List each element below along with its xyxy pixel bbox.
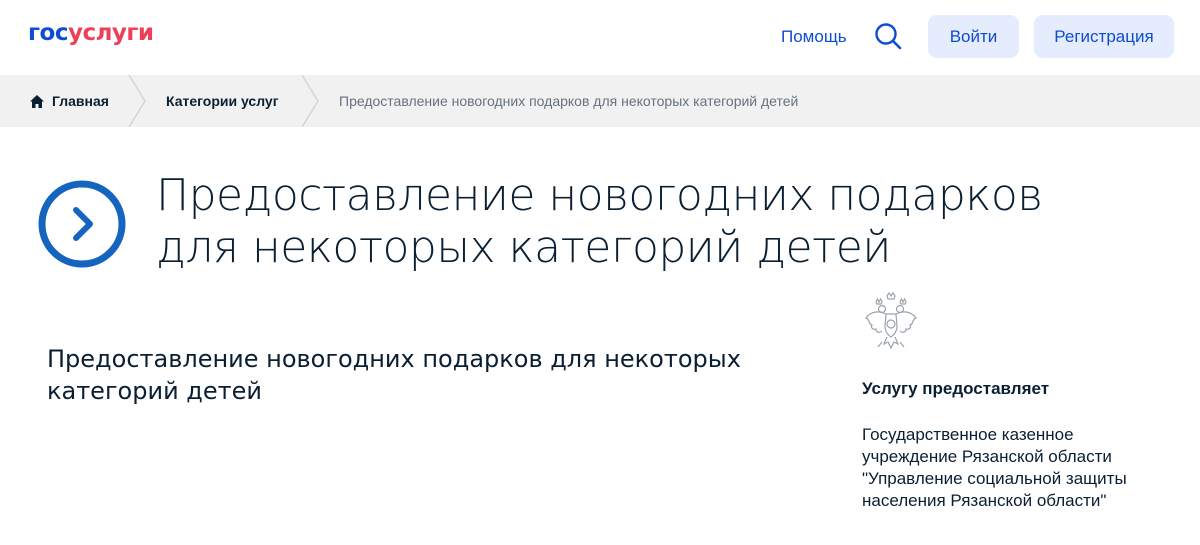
logo-part-uslugi: услуги (67, 20, 154, 46)
coat-of-arms-icon (862, 291, 920, 354)
site-header: госуслуги Помощь Войти Регистрация (0, 0, 1200, 75)
breadcrumb-current: Предоставление новогодних подарков для н… (339, 93, 799, 109)
provider-name: Государственное казенное учреждение Ряза… (862, 425, 1127, 510)
help-link[interactable]: Помощь (781, 27, 847, 47)
breadcrumb-home[interactable]: Главная (29, 75, 109, 127)
breadcrumb-categories[interactable]: Категории услуг (166, 75, 279, 127)
breadcrumb-home-label: Главная (52, 93, 109, 109)
breadcrumb-separator-icon (301, 75, 319, 127)
arrow-right-circle-icon (38, 180, 126, 268)
service-title: Предоставление новогодних подарков для н… (47, 345, 741, 405)
login-button[interactable]: Войти (928, 15, 1019, 58)
page-title: Предоставление новогодних подарков для н… (156, 170, 1043, 273)
home-icon (30, 94, 44, 108)
breadcrumb-separator-icon (128, 75, 146, 127)
search-icon[interactable] (872, 20, 906, 54)
breadcrumb: Главная Категории услуг Предоставление н… (0, 75, 1200, 127)
register-button[interactable]: Регистрация (1034, 15, 1174, 58)
provider-label: Услугу предоставляет (862, 379, 1050, 398)
logo-part-gos: гос (28, 20, 68, 46)
gosuslugi-logo[interactable]: госуслуги (28, 20, 154, 46)
